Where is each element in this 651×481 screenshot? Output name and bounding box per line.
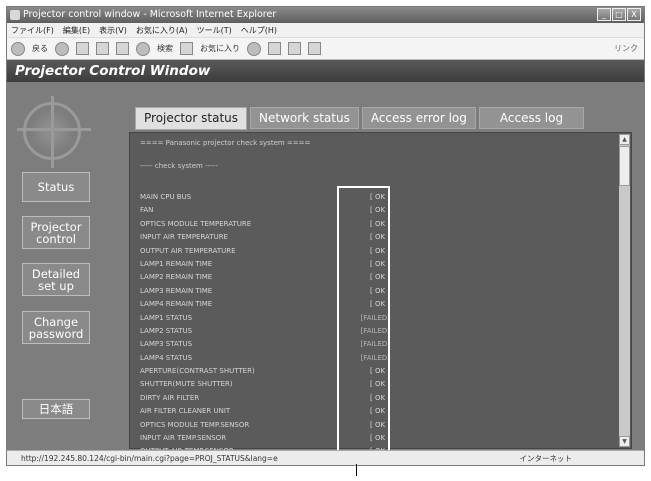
tab-access-error-log[interactable]: Access error log <box>361 107 476 129</box>
scroll-up-icon[interactable]: ▲ <box>619 134 630 145</box>
vertical-scrollbar[interactable]: ▲ ▼ <box>619 134 630 447</box>
sidebar-button-projector-control[interactable]: Projector control <box>22 216 90 249</box>
stop-icon[interactable] <box>76 42 89 55</box>
favorites-label[interactable]: お気に入り <box>200 38 240 60</box>
menu-bar: ファイル(F) 編集(E) 表示(V) お気に入り(A) ツール(T) ヘルプ(… <box>7 23 644 38</box>
sidebar: Status Projector control Detailed set up… <box>7 82 117 451</box>
maximize-button[interactable]: □ <box>612 8 626 21</box>
window-title: Projector control window - Microsoft Int… <box>23 9 277 20</box>
status-item-label: OUTPUT AIR TEMPERATURE <box>140 246 236 255</box>
status-url: http://192.245.80.124/cgi-bin/main.cgi?p… <box>21 454 278 463</box>
check-system-section: ----- check system ----- <box>140 162 218 170</box>
scroll-thumb[interactable] <box>619 146 630 186</box>
logo-crosshair-vertical <box>51 96 54 168</box>
page-title: Projector Control Window <box>15 63 211 79</box>
status-item-label: LAMP2 STATUS <box>140 326 193 335</box>
edit-icon[interactable] <box>308 42 321 55</box>
status-item-label: OPTICS MODULE TEMPERATURE <box>140 219 252 228</box>
status-highlight-box <box>337 186 390 465</box>
refresh-icon[interactable] <box>96 42 109 55</box>
status-item-label: INPUT AIR TEMP.SENSOR <box>140 434 227 443</box>
menu-tools[interactable]: ツール(T) <box>197 23 232 37</box>
check-system-banner: ==== Panasonic projector check system ==… <box>140 139 311 147</box>
ie-icon <box>10 10 20 20</box>
status-item-label: LAMP1 STATUS <box>140 313 193 322</box>
browser-window: Projector control window - Microsoft Int… <box>6 6 645 466</box>
favorites-icon[interactable] <box>180 42 193 55</box>
forward-icon[interactable] <box>55 41 69 56</box>
menu-edit[interactable]: 編集(E) <box>63 23 90 37</box>
menu-help[interactable]: ヘルプ(H) <box>241 23 277 37</box>
status-item-label: LAMP3 STATUS <box>140 340 193 349</box>
status-item-label: OPTICS MODULE TEMP.SENSOR <box>140 420 250 429</box>
status-item-label: FAN <box>140 206 154 215</box>
sidebar-button-language[interactable]: 日本語 <box>22 399 90 419</box>
tab-network-status[interactable]: Network status <box>250 107 359 129</box>
page-header: Projector Control Window <box>7 60 644 82</box>
back-icon[interactable] <box>11 41 25 56</box>
status-item-label: LAMP2 REMAIN TIME <box>140 273 213 282</box>
status-item-label: LAMP4 STATUS <box>140 353 193 362</box>
sidebar-button-status[interactable]: Status <box>22 172 90 202</box>
internet-zone-label: インターネット <box>519 454 573 463</box>
status-item-label: LAMP4 REMAIN TIME <box>140 300 213 309</box>
status-item-label: SHUTTER(MUTE SHUTTER) <box>140 380 233 389</box>
callout-leader-line <box>356 464 357 476</box>
sidebar-button-detailed-set-up[interactable]: Detailed set up <box>22 263 90 296</box>
page-content: Status Projector control Detailed set up… <box>7 82 644 465</box>
links-label[interactable]: リンク <box>614 38 638 60</box>
status-item-label: LAMP3 REMAIN TIME <box>140 286 213 295</box>
status-item-label: INPUT AIR TEMPERATURE <box>140 233 228 242</box>
minimize-button[interactable]: _ <box>597 8 611 21</box>
status-bar: http://192.245.80.124/cgi-bin/main.cgi?p… <box>7 450 644 465</box>
search-icon[interactable] <box>136 41 150 56</box>
tab-projector-status[interactable]: Projector status <box>135 107 248 130</box>
mail-icon[interactable] <box>268 42 281 55</box>
status-item-label: MAIN CPU BUS <box>140 193 192 201</box>
status-item-label: LAMP1 REMAIN TIME <box>140 259 213 268</box>
toolbar: 戻る 検索 お気に入り リンク <box>7 38 644 60</box>
menu-file[interactable]: ファイル(F) <box>11 23 54 37</box>
menu-view[interactable]: 表示(V) <box>99 23 127 37</box>
print-icon[interactable] <box>288 42 301 55</box>
status-item-label: DIRTY AIR FILTER <box>140 393 200 402</box>
history-icon[interactable] <box>247 41 261 56</box>
close-button[interactable]: X <box>627 8 641 21</box>
search-label[interactable]: 検索 <box>157 38 173 60</box>
title-bar: Projector control window - Microsoft Int… <box>7 7 644 23</box>
tab-access-log[interactable]: Access log <box>478 107 585 129</box>
status-item-label: AIR FILTER CLEANER UNIT <box>140 407 231 416</box>
back-label[interactable]: 戻る <box>32 38 48 60</box>
scroll-down-icon[interactable]: ▼ <box>619 436 630 447</box>
logo-crosshair-horizontal <box>17 128 91 131</box>
menu-favorites[interactable]: お気に入り(A) <box>136 23 188 37</box>
home-icon[interactable] <box>116 42 129 55</box>
tab-bar: Projector status Network status Access e… <box>135 107 585 130</box>
sidebar-button-change-password[interactable]: Change password <box>22 311 90 344</box>
status-item-label: APERTURE(CONTRAST SHUTTER) <box>140 367 255 376</box>
